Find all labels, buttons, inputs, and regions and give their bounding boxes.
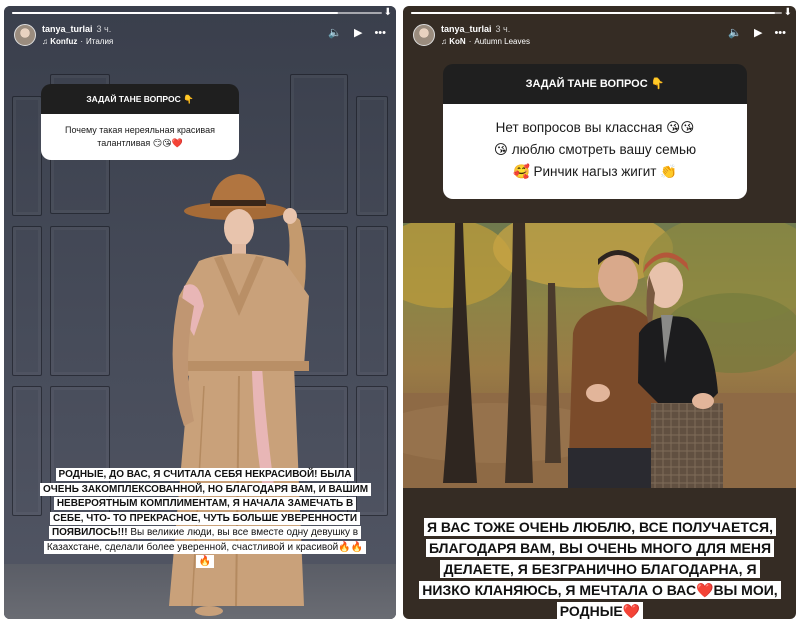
- post-time: 3 ч.: [495, 24, 511, 34]
- music-info[interactable]: ♫ Konfuz · Италия: [42, 37, 113, 46]
- download-icon[interactable]: ⬇: [784, 8, 792, 18]
- question-sticker-header: ЗАДАЙ ТАНЕ ВОПРОС 👇: [443, 64, 747, 104]
- volume-icon[interactable]: 🔈: [728, 26, 742, 39]
- question-sticker-text: Нет вопросов вы классная 😘😘 😘 люблю смот…: [443, 104, 747, 199]
- story-header: tanya_turlai 3 ч. ♫ KoN · Autumn Leaves 🔈 ▶…: [413, 24, 786, 54]
- question-sticker-text: Почему такая нереяльная красивая талантл…: [41, 114, 239, 160]
- question-sticker-header: ЗАДАЙ ТАНЕ ВОПРОС 👇: [41, 84, 239, 114]
- question-sticker: ЗАДАЙ ТАНЕ ВОПРОС 👇 Нет вопросов вы клас…: [443, 64, 747, 199]
- music-note-icon: ♫: [42, 37, 48, 46]
- reply-caption: Я ВАС ТОЖЕ ОЧЕНЬ ЛЮБЛЮ, ВСЕ ПОЛУЧАЕТСЯ, …: [419, 517, 781, 619]
- download-icon[interactable]: ⬇: [384, 8, 392, 18]
- reply-caption: РОДНЫЕ, ДО ВАС, Я СЧИТАЛА СЕБЯ НЕКРАСИВО…: [40, 468, 372, 570]
- volume-icon[interactable]: 🔈: [328, 26, 342, 39]
- music-info[interactable]: ♫ KoN · Autumn Leaves: [441, 37, 530, 46]
- question-line: 🥰 Ринчик нагыз жигит 👏: [512, 164, 678, 179]
- play-icon[interactable]: ▶: [754, 26, 762, 39]
- music-artist: Konfuz: [50, 37, 78, 46]
- question-line: Нет вопросов вы классная 😘😘: [495, 120, 695, 135]
- music-track: Autumn Leaves: [474, 37, 530, 46]
- music-track: Италия: [86, 37, 114, 46]
- story-right[interactable]: ⬇ tanya_turlai 3 ч. ♫ KoN · Autumn Leaves 🔈…: [403, 6, 796, 619]
- post-time: 3 ч.: [96, 24, 112, 34]
- username[interactable]: tanya_turlai 3 ч.: [42, 24, 111, 34]
- story-progress-bar: [12, 12, 382, 14]
- more-options-icon[interactable]: •••: [374, 27, 386, 39]
- avatar[interactable]: [413, 24, 435, 46]
- question-line: 😘 люблю смотреть вашу семью: [493, 142, 697, 157]
- music-artist: KoN: [449, 37, 466, 46]
- avatar[interactable]: [14, 24, 36, 46]
- story-progress-bar: [411, 12, 782, 14]
- couple-autumn-park-photo: [403, 223, 796, 488]
- username[interactable]: tanya_turlai 3 ч.: [441, 24, 510, 34]
- story-left[interactable]: ⬇ tanya_turlai 3 ч. ♫ Konfuz · Италия 🔈 ▶ •…: [4, 6, 396, 619]
- play-icon[interactable]: ▶: [354, 26, 362, 39]
- music-note-icon: ♫: [441, 37, 447, 46]
- reply-caption-text: Я ВАС ТОЖЕ ОЧЕНЬ ЛЮБЛЮ, ВСЕ ПОЛУЧАЕТСЯ, …: [419, 518, 781, 619]
- question-sticker: ЗАДАЙ ТАНЕ ВОПРОС 👇 Почему такая нереяль…: [41, 84, 239, 160]
- more-options-icon[interactable]: •••: [774, 27, 786, 39]
- story-header: tanya_turlai 3 ч. ♫ Konfuz · Италия 🔈 ▶ •••: [14, 24, 386, 54]
